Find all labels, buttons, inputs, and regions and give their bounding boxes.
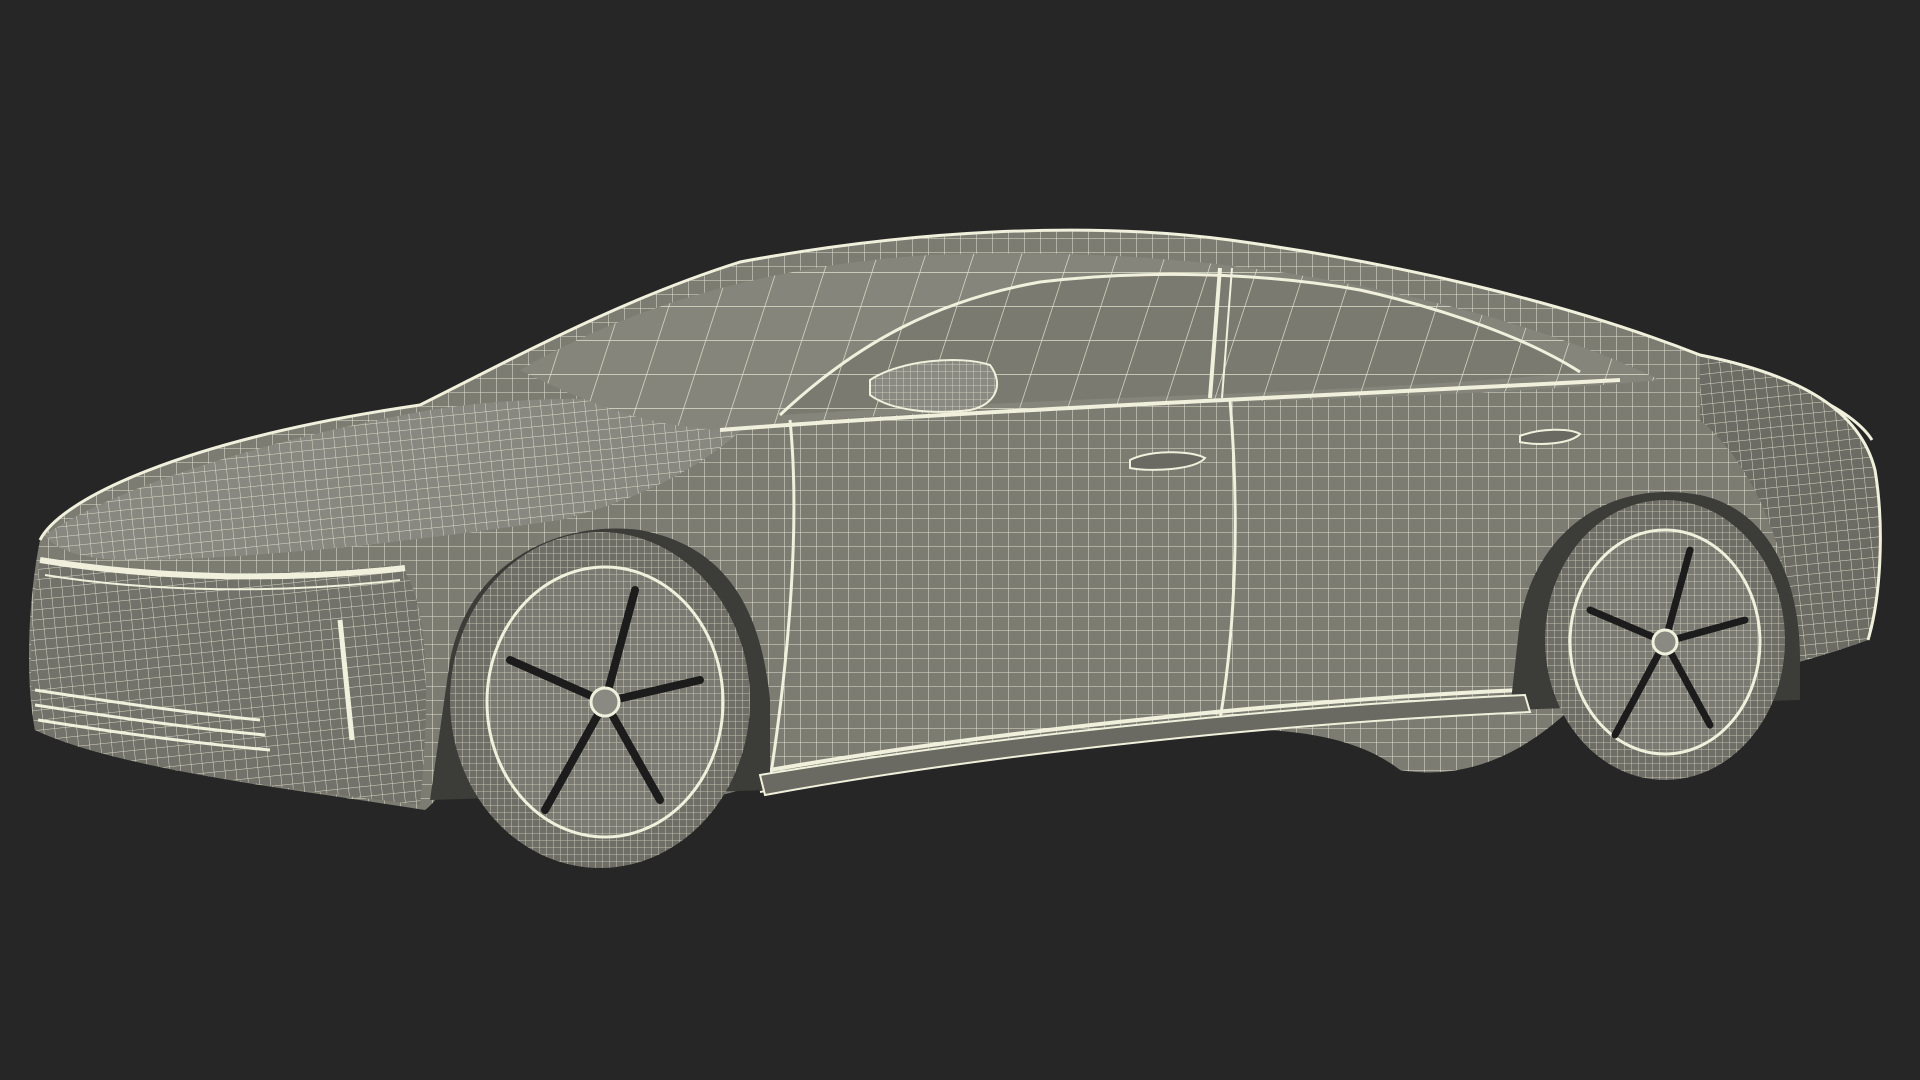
rear-wheel (1545, 500, 1785, 780)
front-wheel (450, 532, 750, 868)
render-viewport (0, 0, 1920, 1080)
